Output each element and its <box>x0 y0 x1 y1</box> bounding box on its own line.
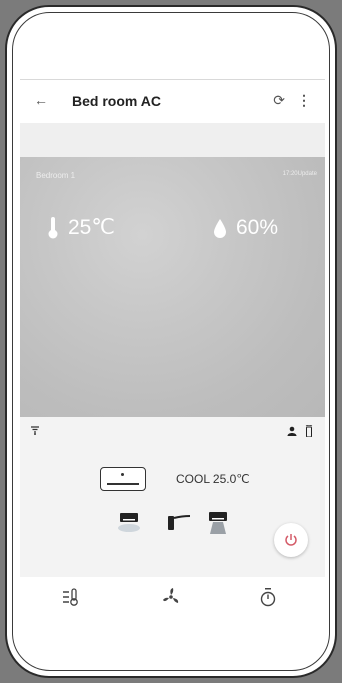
timer-icon[interactable] <box>260 587 276 607</box>
page-title: Bed room AC <box>72 93 161 109</box>
wifi-signal-icon <box>31 426 39 435</box>
fan-icon[interactable] <box>162 587 180 607</box>
app-bar: ← Bed room AC ⟳ ⋮ <box>20 79 325 123</box>
refresh-icon[interactable]: ⟳ <box>273 92 285 109</box>
humidity-value: 60% <box>236 216 279 239</box>
room-name: Bedroom 1 <box>36 171 76 180</box>
humidity-reading: 60% <box>214 217 278 239</box>
divider <box>20 79 325 80</box>
ac-unit-icon <box>100 467 146 491</box>
temperature-reading: 25℃ <box>48 217 115 239</box>
power-button[interactable] <box>274 523 308 557</box>
vent-line <box>107 483 139 485</box>
mode-status: COOL 25.0℃ <box>176 472 250 486</box>
spacer <box>20 123 325 157</box>
settings-temperature-icon[interactable] <box>62 587 80 607</box>
room-status-panel: Bedroom 1 17:20Update 25℃ 60% <box>20 157 325 417</box>
app-screen: ← Bed room AC ⟳ ⋮ Bedroom 1 17:20Update … <box>20 79 325 620</box>
swing-down-icon[interactable] <box>116 513 142 533</box>
update-time: 17:20Update <box>282 171 317 177</box>
thermometer-icon <box>48 217 58 239</box>
remote-icon[interactable] <box>305 425 313 437</box>
more-vert-icon[interactable]: ⋮ <box>297 92 311 109</box>
swing-side-icon[interactable] <box>208 512 228 534</box>
bottom-nav <box>20 577 325 620</box>
power-icon <box>285 534 297 546</box>
fan-direction-icon[interactable] <box>166 514 192 532</box>
droplet-icon <box>214 219 226 238</box>
indicator-dot <box>121 473 124 476</box>
person-icon[interactable] <box>287 426 297 436</box>
temperature-value: 25℃ <box>68 216 115 239</box>
arrow-left-icon[interactable]: ← <box>34 92 48 108</box>
ac-control-panel: COOL 25.0℃ <box>20 417 325 577</box>
